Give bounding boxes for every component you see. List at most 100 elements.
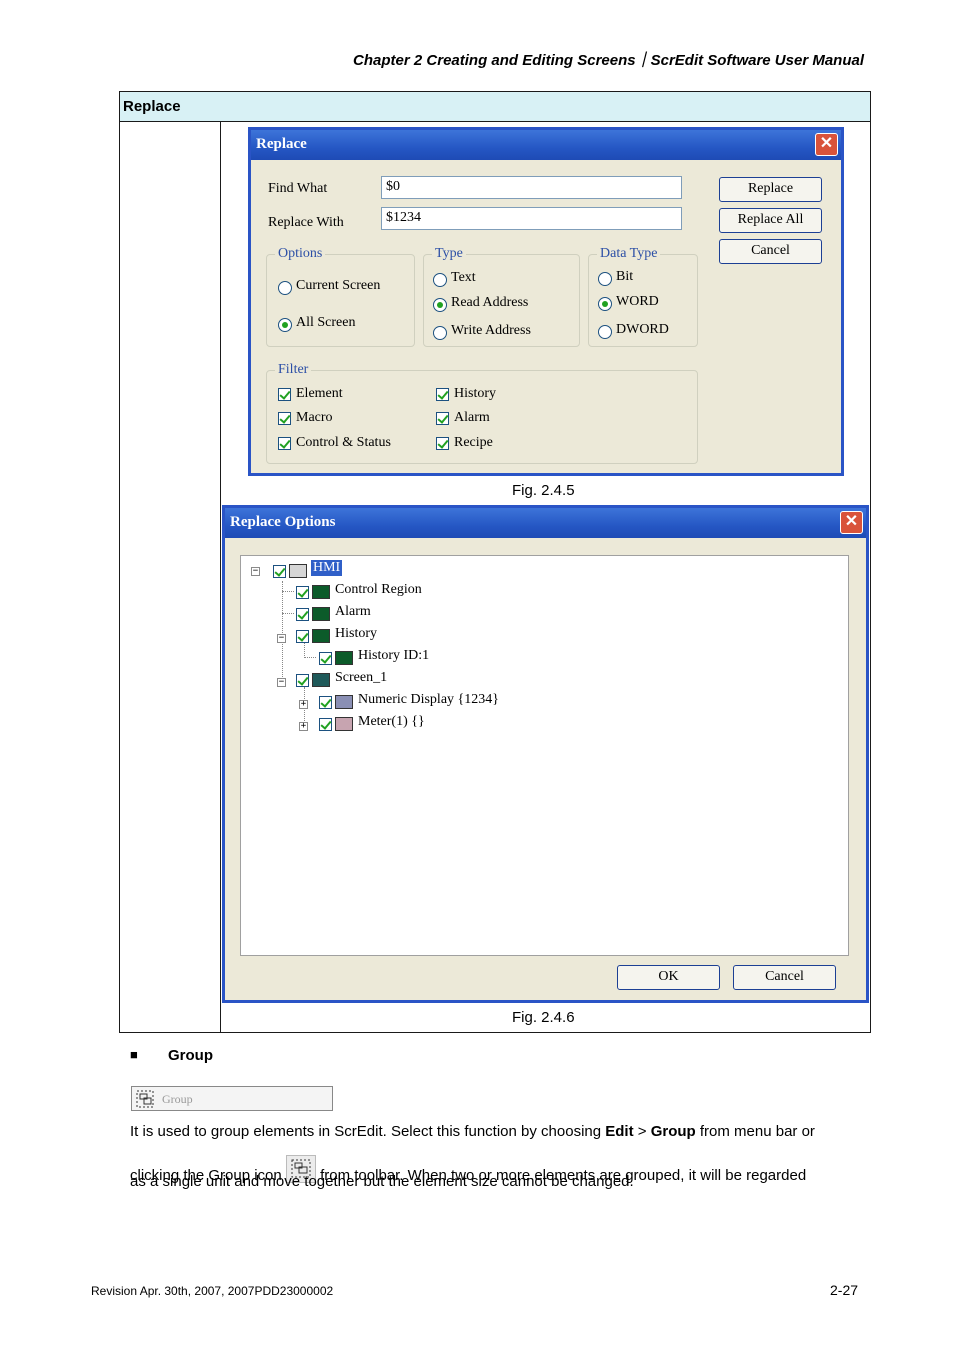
section-title: Group (168, 1047, 213, 1064)
tree-item-control-region[interactable]: Control Region (335, 582, 422, 598)
filter-group: Filter Element History Macro Alarm Contr… (266, 362, 698, 464)
dword-radio[interactable] (598, 325, 612, 339)
table-title: Replace (123, 98, 181, 115)
element-checkbox[interactable] (278, 388, 291, 401)
expand-icon[interactable]: + (299, 722, 308, 731)
history-checkbox[interactable] (436, 388, 449, 401)
group-icon (136, 1090, 154, 1108)
collapse-icon[interactable]: − (277, 634, 286, 643)
filter-legend: Filter (275, 362, 312, 378)
replace-dialog-titlebar[interactable]: Replace ✕ (251, 130, 841, 160)
text-radio[interactable] (433, 273, 447, 287)
replace-dialog: Replace ✕ Find What $0 Replace With $123… (248, 127, 844, 476)
tree-line (282, 581, 283, 681)
all-screen-label: All Screen (296, 315, 356, 330)
tree-item-numeric-display[interactable]: Numeric Display {1234} (358, 692, 499, 708)
replace-with-input[interactable]: $1234 (381, 207, 682, 230)
figure-caption-1: Fig. 2.4.5 (512, 482, 575, 499)
element-label: Element (296, 386, 343, 401)
replace-options-titlebar[interactable]: Replace Options ✕ (225, 508, 866, 538)
control-status-label: Control & Status (296, 435, 391, 450)
history-id-icon (335, 651, 353, 665)
paragraph-line-1: It is used to group elements in ScrEdit.… (130, 1123, 870, 1141)
cancel-button[interactable]: Cancel (719, 239, 822, 264)
screen-icon (312, 673, 330, 687)
dword-label: DWORD (616, 322, 669, 337)
read-address-radio[interactable] (433, 298, 447, 312)
ok-button[interactable]: OK (617, 965, 720, 990)
current-screen-label: Current Screen (296, 278, 381, 293)
tree-item-alarm[interactable]: Alarm (335, 604, 371, 620)
word-radio[interactable] (598, 297, 612, 311)
current-screen-radio[interactable] (278, 281, 292, 295)
history-tree-checkbox[interactable] (296, 630, 309, 643)
alarm-tree-checkbox[interactable] (296, 608, 309, 621)
page-number: 2-27 (830, 1282, 859, 1298)
type-legend: Type (432, 246, 466, 262)
tree-line (282, 591, 294, 592)
close-icon[interactable]: ✕ (840, 511, 863, 534)
replace-button[interactable]: Replace (719, 177, 822, 202)
footer-revision: Revision Apr. 30th, 2007, 2007PDD2300000… (91, 1284, 334, 1298)
tree-item-history[interactable]: History (335, 626, 377, 642)
hmi-icon (289, 564, 307, 578)
replace-dialog-title: Replace (256, 136, 307, 152)
tree-item-meter[interactable]: Meter(1) {} (358, 714, 425, 730)
alarm-checkbox[interactable] (436, 412, 449, 425)
collapse-icon[interactable]: − (277, 678, 286, 687)
replace-with-label: Replace With (268, 215, 344, 230)
hmi-checkbox[interactable] (273, 565, 286, 578)
screen-checkbox[interactable] (296, 674, 309, 687)
all-screen-radio[interactable] (278, 318, 292, 332)
data-type-group: Data Type Bit WORD DWORD (588, 246, 698, 347)
history-label: History (454, 386, 496, 401)
replace-options-title: Replace Options (230, 514, 336, 530)
replace-options-dialog: Replace Options ✕ − HMI Control Region A… (222, 505, 869, 1003)
type-group: Type Text Read Address Write Address (423, 246, 580, 347)
cancel-button[interactable]: Cancel (733, 965, 836, 990)
tree-item-hmi[interactable]: HMI (311, 560, 343, 576)
menu-group-text: Group (650, 1123, 696, 1140)
collapse-icon[interactable]: − (251, 567, 260, 576)
column-divider (220, 122, 221, 1032)
alarm-icon (312, 607, 330, 621)
group-toolbar-item[interactable]: Group (131, 1086, 333, 1111)
control-status-checkbox[interactable] (278, 437, 291, 450)
write-address-radio[interactable] (433, 326, 447, 340)
table-header: Replace (120, 92, 870, 122)
tree-line (304, 643, 305, 658)
bit-label: Bit (616, 269, 634, 284)
options-group: Options Current Screen All Screen (266, 246, 415, 347)
macro-label: Macro (296, 410, 333, 425)
control-region-icon (312, 585, 330, 599)
tree-line (304, 657, 316, 658)
expand-icon[interactable]: + (299, 700, 308, 709)
write-address-label: Write Address (451, 323, 531, 338)
group-toolbar-label: Group (162, 1092, 193, 1106)
history-icon (312, 629, 330, 643)
close-icon[interactable]: ✕ (815, 133, 838, 156)
recipe-label: Recipe (454, 435, 493, 450)
meter-checkbox[interactable] (319, 718, 332, 731)
tree-item-history-id[interactable]: History ID:1 (358, 648, 429, 664)
paragraph-text: It is used to group elements in ScrEdit.… (130, 1123, 606, 1140)
bit-radio[interactable] (598, 272, 612, 286)
section-bullet: ■ (130, 1047, 138, 1062)
find-what-label: Find What (268, 181, 328, 196)
numeric-display-icon (335, 695, 353, 709)
paragraph-line-3: as a single unit and move together but t… (130, 1173, 634, 1190)
page-header: Chapter 2 Creating and Editing Screens｜S… (353, 52, 864, 69)
element-tree[interactable]: − HMI Control Region Alarm − History His… (240, 555, 849, 956)
recipe-checkbox[interactable] (436, 437, 449, 450)
replace-all-button[interactable]: Replace All (719, 208, 822, 233)
find-what-input[interactable]: $0 (381, 176, 682, 199)
control-region-checkbox[interactable] (296, 586, 309, 599)
macro-checkbox[interactable] (278, 412, 291, 425)
menu-edit-text: Edit (605, 1123, 634, 1140)
paragraph-text: from menu bar or (695, 1123, 815, 1140)
history-id-checkbox[interactable] (319, 652, 332, 665)
meter-icon (335, 717, 353, 731)
text-label: Text (451, 270, 476, 285)
tree-item-screen[interactable]: Screen_1 (335, 670, 387, 686)
numeric-display-checkbox[interactable] (319, 696, 332, 709)
